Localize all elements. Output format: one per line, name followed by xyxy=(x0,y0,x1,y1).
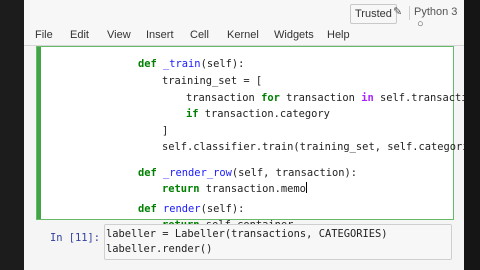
menu-cell[interactable]: Cell xyxy=(190,29,209,41)
cell-selection-bar xyxy=(37,47,41,219)
code-cell[interactable]: labeller = Labeller(transactions, CATEGO… xyxy=(104,224,452,260)
menu-help[interactable]: Help xyxy=(327,29,350,41)
code-line: transaction for transaction in self.tran… xyxy=(186,92,464,104)
code-token-function: _render_row xyxy=(163,167,232,179)
menu-file[interactable]: File xyxy=(35,29,53,41)
code-token: self.transactions xyxy=(379,92,464,104)
code-token-keyword: if xyxy=(186,108,199,120)
code-line: def _render_row(self, transaction): xyxy=(138,167,357,179)
code-token: ] xyxy=(162,125,169,137)
code-token: transaction xyxy=(279,92,362,104)
trusted-indicator[interactable]: Trusted xyxy=(350,4,397,24)
left-dark-border xyxy=(0,0,24,270)
text-cursor xyxy=(305,182,307,193)
code-line: return transaction.memo xyxy=(162,182,307,195)
code-token: transaction.category xyxy=(198,108,330,120)
code-token-function: _train xyxy=(163,58,201,70)
code-token: (self): xyxy=(200,58,245,70)
code-token: (self, transaction): xyxy=(231,167,357,179)
code-token: transaction.memo xyxy=(199,183,306,195)
code-token: self.classifier.train(training_set, self… xyxy=(162,141,464,153)
code-line: labeller.render() xyxy=(106,243,213,255)
code-line: labeller = Labeller(transactions, CATEGO… xyxy=(106,228,388,240)
kernel-label: Python 3 xyxy=(414,6,458,18)
menu-kernel[interactable]: Kernel xyxy=(227,29,259,41)
code-line: if transaction.category xyxy=(186,108,330,120)
code-token-keyword: for xyxy=(261,92,280,104)
menu-insert[interactable]: Insert xyxy=(146,29,174,41)
code-editor[interactable]: def _train(self): training_set = [ trans… xyxy=(45,55,464,231)
code-token: training_set = [ xyxy=(162,75,263,87)
menu-widgets[interactable]: Widgets xyxy=(274,29,314,41)
code-token-keyword: def xyxy=(138,58,164,70)
code-line: def render(self): xyxy=(138,203,244,215)
code-token-keyword: def xyxy=(138,167,164,179)
code-cell-selected[interactable]: def _train(self): training_set = [ trans… xyxy=(36,46,464,231)
code-token-keyword: return xyxy=(162,183,200,195)
pencil-icon[interactable]: ✎ xyxy=(393,5,402,18)
code-line: self.classifier.train(training_set, self… xyxy=(162,141,464,153)
jupyter-window: Trusted ✎ Python 3 ○ File Edit View Inse… xyxy=(24,0,464,270)
menu-view[interactable]: View xyxy=(107,29,131,41)
code-line: def _train(self): xyxy=(138,58,244,70)
notebook-header: Trusted ✎ Python 3 ○ xyxy=(24,0,464,30)
code-line: ] xyxy=(162,125,168,137)
right-dark-border xyxy=(464,0,480,270)
input-prompt: In [11]: xyxy=(50,232,101,244)
menu-edit[interactable]: Edit xyxy=(70,29,89,41)
code-token: (self): xyxy=(200,203,245,215)
code-token-function: render xyxy=(163,203,201,215)
code-line: training_set = [ xyxy=(162,75,262,87)
kernel-divider xyxy=(409,6,410,20)
code-token-operator: in xyxy=(361,92,374,104)
menu-bar: File Edit View Insert Cell Kernel Widget… xyxy=(24,27,464,46)
code-token: transaction xyxy=(186,92,262,104)
code-token-keyword: def xyxy=(138,203,164,215)
notebook-container: def _train(self): training_set = [ trans… xyxy=(24,46,464,270)
